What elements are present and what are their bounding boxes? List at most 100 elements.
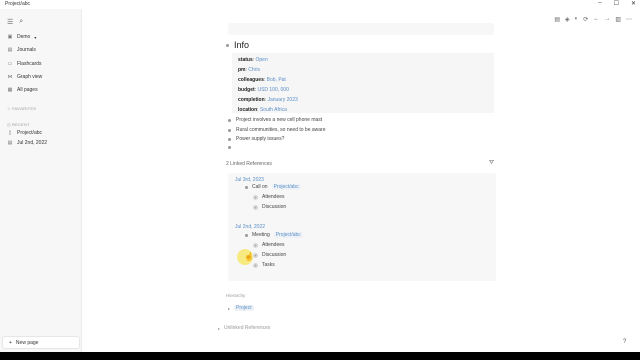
page-reference-tag[interactable]: Project/abc: [273, 232, 303, 238]
page-reference-tag[interactable]: Project/abc: [271, 184, 301, 190]
sidebar-item-label: Journals: [17, 47, 36, 53]
unlinked-references-toggle[interactable]: ▸ Unlinked References: [218, 325, 270, 331]
bullet-icon[interactable]: [245, 233, 248, 237]
sidebar-item-journals[interactable]: ▤ Journals: [7, 47, 36, 53]
reference-parent-block[interactable]: Meeting Project/abc: [245, 232, 303, 238]
chevron-right-icon: ▸: [228, 305, 231, 311]
reference-child-block[interactable]: + Discussion: [253, 252, 286, 258]
sidebar-item-graph-view[interactable]: ⋈ Graph view: [7, 74, 43, 80]
minimize-icon[interactable]: –: [598, 0, 601, 7]
property-row: colleagues: Bob, Pat: [238, 77, 286, 83]
help-button[interactable]: ?: [623, 339, 626, 345]
page-icon: ▯: [8, 130, 12, 136]
collapsed-bullet-icon[interactable]: +: [253, 204, 258, 210]
reference-card: Jul 3rd, 2023 Call on Project/abc + Atte…: [228, 173, 496, 225]
favorites-section[interactable]: ☆ FAVORITES: [7, 106, 36, 111]
window-title: Project/abc: [5, 1, 31, 7]
graph-selector[interactable]: ▣ Demo ▾: [7, 34, 37, 40]
pages-icon: ▦: [7, 87, 13, 93]
sidebar-item-label: Graph view: [17, 74, 43, 80]
close-icon[interactable]: ✕: [631, 0, 636, 7]
property-row: completion: January 2023: [238, 97, 298, 103]
property-row: status: Open: [238, 57, 268, 63]
hand-cursor-icon: ☝: [244, 252, 254, 261]
sidebar-top-icons: ☰ ⌕: [7, 18, 23, 26]
previous-block[interactable]: [228, 23, 494, 35]
block-text: Project involves a new cell phone mast: [236, 117, 323, 123]
chevron-right-icon: ▸: [218, 325, 221, 331]
reference-child-block[interactable]: + Attendees: [253, 194, 285, 200]
recent-item-project-abc[interactable]: ▯ Project/abc: [7, 130, 42, 136]
graph-icon: ▣: [7, 34, 13, 40]
clock-icon: ◷: [7, 122, 11, 127]
property-value-link[interactable]: Open: [256, 57, 268, 63]
plus-icon: +: [9, 339, 12, 346]
property-row: location: South Africa: [238, 107, 287, 113]
sidebar-item-label: Flashcards: [17, 61, 42, 67]
bullet-icon[interactable]: [228, 128, 231, 132]
maximize-icon[interactable]: ☐: [614, 0, 619, 7]
reference-parent-block[interactable]: Call on Project/abc: [245, 184, 301, 190]
reference-child-block[interactable]: + Attendees: [253, 242, 285, 248]
calendar-icon: ▤: [7, 140, 13, 146]
property-row: pm: Chris: [238, 67, 260, 73]
hierarchy-item[interactable]: ▸ Project: [228, 305, 254, 311]
block-item[interactable]: Project involves a new cell phone mast: [228, 117, 322, 123]
page-heading: Info: [234, 40, 250, 50]
reference-child-block[interactable]: + Tasks: [253, 262, 275, 268]
sidebar-item-all-pages[interactable]: ▦ All pages: [7, 87, 38, 93]
graph-name: Demo: [17, 34, 31, 40]
bullet-icon[interactable]: [228, 146, 231, 149]
reference-child-block[interactable]: + Discussion: [253, 204, 286, 210]
property-value-link[interactable]: January 2023: [267, 97, 297, 103]
property-value-link[interactable]: Chris: [248, 67, 260, 73]
sidebar-toggle-icon[interactable]: ☰: [7, 18, 13, 26]
hierarchy-link[interactable]: Project: [234, 305, 254, 311]
graph-view-icon: ⋈: [7, 74, 13, 80]
bullet-icon[interactable]: [226, 43, 229, 47]
reference-date-link[interactable]: Jul 3rd, 2023: [235, 177, 264, 183]
property-value-link[interactable]: USD 100, 000: [257, 87, 288, 93]
recent-label: RECENT: [12, 122, 30, 127]
bullet-icon[interactable]: [228, 118, 231, 122]
recent-item-jul-2nd[interactable]: ▤ Jul 2nd, 2022: [7, 140, 47, 146]
unlinked-references-label: Unlinked References: [224, 325, 271, 331]
new-page-button[interactable]: + New page: [2, 336, 80, 349]
linked-references-heading[interactable]: 2 Linked References: [226, 161, 272, 167]
window-controls: – ☐ ✕: [598, 0, 636, 7]
filter-icon[interactable]: ⛛: [489, 160, 494, 167]
left-sidebar: ☰ ⌕ ▣ Demo ▾ ▤ Journals ▭ Flashcards ⋈ G…: [0, 9, 82, 352]
empty-block[interactable]: [228, 146, 236, 149]
app-window: Project/abc – ☐ ✕ ☰ ⌕ ▣ Demo ▾ ▤ Journal…: [0, 0, 640, 352]
collapsed-bullet-icon[interactable]: +: [253, 242, 258, 248]
sidebar-item-flashcards[interactable]: ▭ Flashcards: [7, 61, 42, 67]
info-heading-block[interactable]: Info: [226, 40, 249, 50]
collapsed-bullet-icon[interactable]: +: [253, 194, 258, 200]
properties-block[interactable]: status: Open pm: Chris colleagues: Bob, …: [232, 53, 494, 113]
bullet-icon[interactable]: [228, 137, 231, 141]
block-text: Power supply issues?: [236, 136, 285, 142]
new-page-label: New page: [15, 339, 39, 346]
recent-item-label: Jul 2nd, 2022: [17, 140, 48, 146]
recent-item-label: Project/abc: [17, 130, 43, 136]
reference-card: Jul 2nd, 2022 Meeting Project/abc + Atte…: [228, 221, 496, 281]
collapsed-bullet-icon[interactable]: +: [253, 262, 258, 268]
property-value-link[interactable]: South Africa: [260, 107, 287, 113]
reference-date-link[interactable]: Jul 2nd, 2022: [235, 224, 265, 230]
block-text: Rural communities, so need to be aware: [236, 127, 326, 133]
property-row: budget: USD 100, 000: [238, 87, 289, 93]
favorites-label: FAVORITES: [12, 106, 37, 111]
main-content: Info status: Open pm: Chris colleagues: …: [82, 9, 640, 352]
calendar-icon: ▤: [7, 47, 13, 53]
sidebar-item-label: All pages: [17, 87, 38, 93]
star-icon: ☆: [7, 106, 11, 111]
recent-section[interactable]: ◷ RECENT: [7, 122, 30, 127]
property-value-link[interactable]: Bob, Pat: [267, 77, 286, 83]
search-icon[interactable]: ⌕: [19, 18, 23, 26]
title-bar: Project/abc – ☐ ✕: [0, 0, 640, 9]
chevron-down-icon: ▾: [34, 34, 37, 40]
hierarchy-heading: Hierarchy: [226, 293, 246, 298]
bullet-icon[interactable]: [245, 185, 248, 189]
block-item[interactable]: Power supply issues?: [228, 136, 284, 142]
block-item[interactable]: Rural communities, so need to be aware: [228, 127, 326, 133]
